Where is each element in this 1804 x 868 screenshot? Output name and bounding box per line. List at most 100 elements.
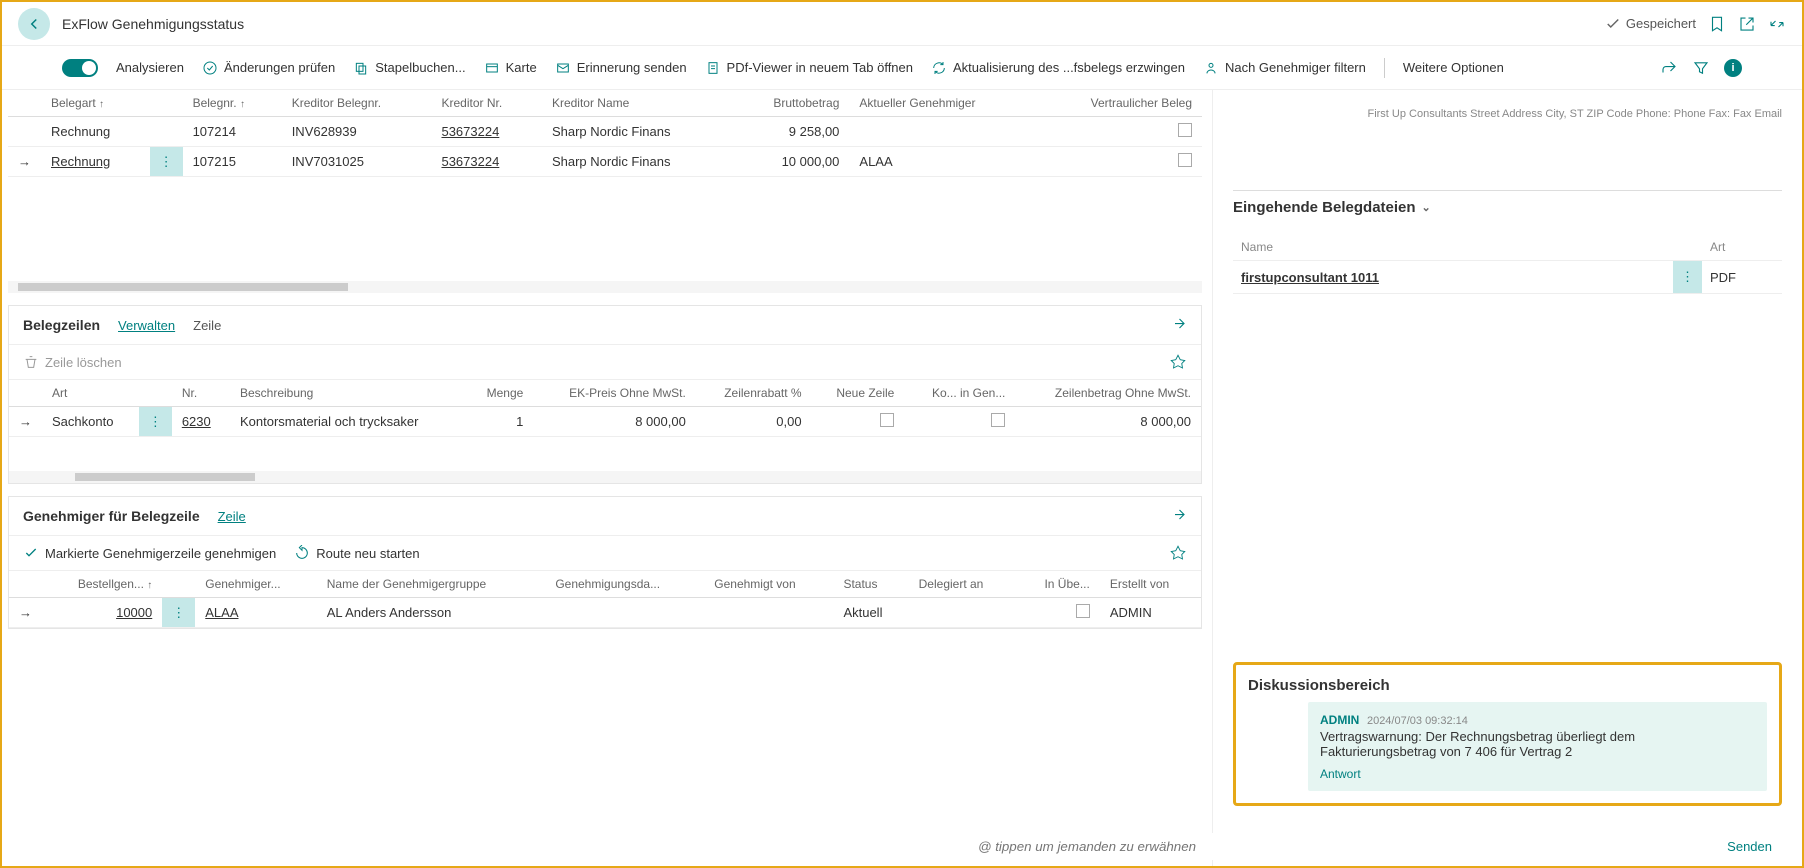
col-in[interactable]: In Übe...	[1017, 571, 1100, 598]
col-name[interactable]: Name der Genehmigergruppe	[317, 571, 546, 598]
pdf-viewer-button[interactable]: PDf-Viewer in neuem Tab öffnen	[705, 60, 913, 76]
lines-manage-tab[interactable]: Verwalten	[118, 318, 175, 333]
files-header[interactable]: Eingehende Belegdateien ⌄	[1233, 190, 1782, 224]
cell-genehmiger[interactable]: ALAA	[195, 598, 317, 628]
file-name-link[interactable]: firstupconsultant 1011	[1233, 261, 1673, 294]
cell-knr[interactable]: 53673224	[431, 117, 541, 147]
refresh-label: Aktualisierung des ...fsbelegs erzwingen	[953, 60, 1185, 75]
toolbar-separator	[1384, 58, 1385, 78]
col-belegnr[interactable]: Belegnr. ↑	[183, 90, 282, 117]
check-changes-button[interactable]: Änderungen prüfen	[202, 60, 335, 76]
col-nr[interactable]: Nr.	[172, 380, 230, 407]
back-button[interactable]	[18, 8, 50, 40]
col-vertraulich[interactable]: Vertraulicher Beleg	[1036, 90, 1202, 117]
lines-actions: Zeile löschen	[9, 345, 1201, 380]
table-row[interactable]: → Sachkonto ⋮ 6230 Kontorsmaterial och t…	[9, 407, 1201, 437]
lines-line-tab[interactable]: Zeile	[193, 318, 221, 333]
in-checkbox[interactable]	[1076, 604, 1090, 618]
delete-line-label: Zeile löschen	[45, 355, 122, 370]
mention-input[interactable]	[972, 833, 1717, 860]
col-aktueller[interactable]: Aktueller Genehmiger	[849, 90, 1035, 117]
force-refresh-button[interactable]: Aktualisierung des ...fsbelegs erzwingen	[931, 60, 1185, 76]
col-da[interactable]: Genehmigungsda...	[545, 571, 704, 598]
filter-approver-button[interactable]: Nach Genehmiger filtern	[1203, 60, 1366, 76]
restart-route-button[interactable]: Route neu starten	[294, 545, 419, 561]
table-row[interactable]: Rechnung 107214 INV628939 53673224 Sharp…	[8, 117, 1202, 147]
col-menu	[150, 90, 183, 117]
col-neue[interactable]: Neue Zeile	[812, 380, 905, 407]
popout-icon[interactable]	[1738, 15, 1756, 33]
horizontal-scrollbar[interactable]	[8, 281, 1202, 293]
col-kreditor-name[interactable]: Kreditor Name	[542, 90, 732, 117]
col-art[interactable]: Art	[42, 380, 139, 407]
filter-icon[interactable]	[1692, 59, 1710, 77]
lines-title: Belegzeilen	[23, 317, 100, 333]
table-row[interactable]: firstupconsultant 1011 ⋮ PDF	[1233, 261, 1782, 294]
cell-kbelegnr: INV628939	[282, 117, 432, 147]
cell-bestell[interactable]: 10000	[42, 598, 162, 628]
col-brutto[interactable]: Bruttobetrag	[732, 90, 850, 117]
col-file-art[interactable]: Art	[1702, 234, 1782, 261]
cell-knr[interactable]: 53673224	[431, 147, 541, 177]
row-menu-button[interactable]: ⋮	[1673, 261, 1702, 294]
pdf-label: PDf-Viewer in neuem Tab öffnen	[727, 60, 913, 75]
col-genehmiger[interactable]: Genehmiger...	[195, 571, 317, 598]
col-ek[interactable]: EK-Preis Ohne MwSt.	[533, 380, 696, 407]
more-options-button[interactable]: Weitere Optionen	[1403, 60, 1504, 75]
horizontal-scrollbar[interactable]	[9, 471, 1201, 483]
col-belegart[interactable]: Belegart ↑	[41, 90, 150, 117]
col-bestell[interactable]: Bestellgen... ↑	[42, 571, 162, 598]
cell-belegart[interactable]: Rechnung	[41, 147, 150, 177]
col-von[interactable]: Genehmigt von	[704, 571, 833, 598]
pin-icon[interactable]	[1169, 544, 1187, 562]
card-label: Karte	[506, 60, 537, 75]
row-menu-button[interactable]: ⋮	[150, 147, 183, 177]
analyze-toggle[interactable]	[62, 59, 98, 77]
send-button[interactable]: Senden	[1717, 833, 1782, 860]
pin-icon[interactable]	[1169, 353, 1187, 371]
row-menu-button[interactable]: ⋮	[162, 598, 195, 628]
ko-checkbox[interactable]	[991, 413, 1005, 427]
share-icon[interactable]	[1660, 59, 1678, 77]
share-icon[interactable]	[1169, 507, 1187, 525]
card-button[interactable]: Karte	[484, 60, 537, 76]
col-betrag[interactable]: Zeilenbetrag Ohne MwSt.	[1015, 380, 1201, 407]
confidential-checkbox[interactable]	[1178, 123, 1192, 137]
col-menge[interactable]: Menge	[466, 380, 533, 407]
col-ko[interactable]: Ko... in Gen...	[904, 380, 1015, 407]
col-erstellt[interactable]: Erstellt von	[1100, 571, 1201, 598]
col-beschreibung[interactable]: Beschreibung	[230, 380, 466, 407]
col-kreditor-belegnr[interactable]: Kreditor Belegnr.	[282, 90, 432, 117]
reply-button[interactable]: Antwort	[1320, 767, 1755, 781]
cell-ek: 8 000,00	[533, 407, 696, 437]
table-row[interactable]: → Rechnung ⋮ 107215 INV7031025 53673224 …	[8, 147, 1202, 177]
share-icon[interactable]	[1169, 316, 1187, 334]
col-rabatt[interactable]: Zeilenrabatt %	[696, 380, 812, 407]
table-row[interactable]: → 10000 ⋮ ALAA AL Anders Andersson Aktue…	[9, 598, 1201, 628]
col-kreditor-nr[interactable]: Kreditor Nr.	[431, 90, 541, 117]
check-icon	[1604, 15, 1622, 33]
info-icon[interactable]: i	[1724, 59, 1742, 77]
new-line-checkbox[interactable]	[880, 413, 894, 427]
bookmark-icon[interactable]	[1708, 15, 1726, 33]
cell-belegnr: 107215	[183, 147, 282, 177]
files-table: Name Art firstupconsultant 1011 ⋮ PDF	[1233, 234, 1782, 294]
approvers-line-tab[interactable]: Zeile	[218, 509, 246, 524]
col-delegiert[interactable]: Delegiert an	[909, 571, 1017, 598]
cell-nr[interactable]: 6230	[172, 407, 230, 437]
confidential-checkbox[interactable]	[1178, 153, 1192, 167]
reminder-button[interactable]: Erinnerung senden	[555, 60, 687, 76]
approve-line-button[interactable]: Markierte Genehmigerzeile genehmigen	[23, 545, 276, 561]
batch-post-button[interactable]: Stapelbuchen...	[353, 60, 465, 76]
analyze-label[interactable]: Analysieren	[116, 60, 184, 75]
lines-header: Belegzeilen Verwalten Zeile	[9, 306, 1201, 345]
col-status[interactable]: Status	[833, 571, 908, 598]
approvers-actions: Markierte Genehmigerzeile genehmigen Rou…	[9, 536, 1201, 571]
card-icon	[484, 60, 500, 76]
cell-kname: Sharp Nordic Finans	[542, 147, 732, 177]
collapse-icon[interactable]	[1768, 15, 1786, 33]
col-file-name[interactable]: Name	[1233, 234, 1673, 261]
lines-table: Art Nr. Beschreibung Menge EK-Preis Ohne…	[9, 380, 1201, 437]
row-menu-button[interactable]: ⋮	[139, 407, 172, 437]
delete-line-button[interactable]: Zeile löschen	[23, 354, 122, 370]
